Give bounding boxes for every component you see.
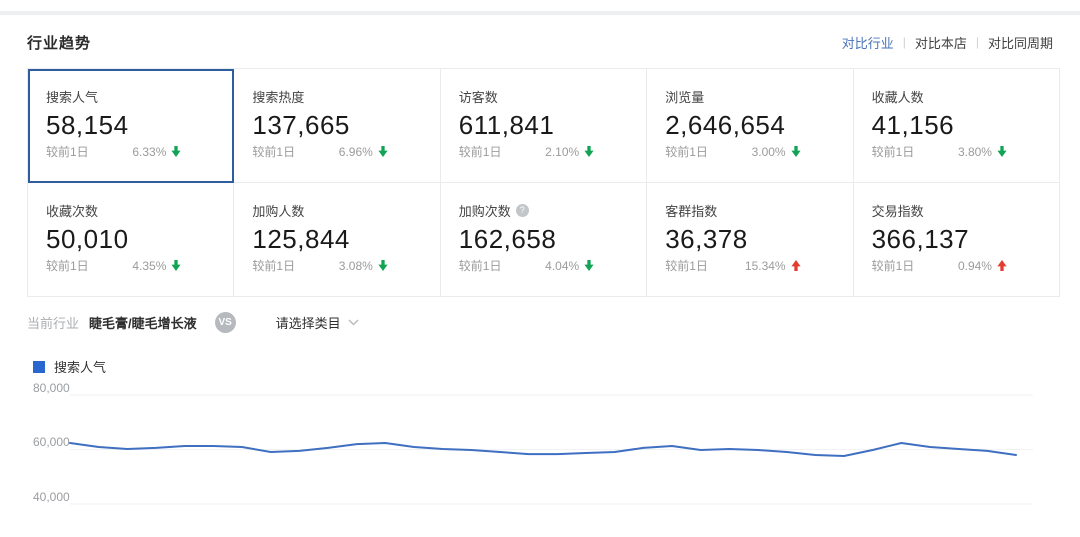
metric-label: 加购次数: [459, 201, 511, 220]
compare-label: 较前1日: [665, 143, 708, 160]
metric-label: 访客数: [459, 87, 498, 106]
category-select-placeholder: 请选择类目: [276, 313, 341, 332]
metric-value: 611,841: [459, 110, 646, 141]
metric-label: 搜索人气: [46, 87, 98, 106]
arrow-up-icon: [997, 260, 1007, 271]
metric-card-search-popularity[interactable]: 搜索人气 58,154 较前1日 6.33%: [28, 69, 234, 183]
change-percent: 3.08%: [339, 259, 373, 273]
metric-value: 162,658: [459, 224, 646, 255]
metric-value: 41,156: [872, 110, 1059, 141]
compare-label: 较前1日: [872, 143, 915, 160]
panel-header: 行业趋势 对比行业 | 对比本店 | 对比同周期: [27, 31, 1062, 53]
metric-value: 366,137: [872, 224, 1059, 255]
arrow-down-icon: [584, 146, 594, 157]
arrow-down-icon: [997, 146, 1007, 157]
metric-label: 搜索热度: [252, 87, 304, 106]
trend-chart: 搜索人气 80,000 60,000 40,000: [27, 352, 1060, 537]
compare-tabs: 对比行业 | 对比本店 | 对比同周期: [833, 33, 1062, 52]
change-percent: 4.35%: [132, 259, 166, 273]
metric-label: 收藏人数: [872, 87, 924, 106]
industry-trend-page: { "header": { "title": "行业趋势", "tabs": […: [0, 0, 1080, 537]
current-industry-label: 当前行业: [27, 313, 79, 332]
metric-value: 125,844: [252, 224, 439, 255]
metric-card-favorite-users[interactable]: 收藏人数 41,156 较前1日 3.80%: [854, 69, 1060, 183]
page-title: 行业趋势: [27, 32, 91, 53]
metric-value: 36,378: [665, 224, 852, 255]
top-divider-strip: [0, 11, 1080, 15]
tab-compare-period[interactable]: 对比同周期: [979, 33, 1062, 52]
arrow-down-icon: [171, 146, 181, 157]
metric-label: 交易指数: [872, 201, 924, 220]
tab-compare-shop[interactable]: 对比本店: [906, 33, 976, 52]
trend-line-svg: [27, 352, 1060, 537]
compare-label: 较前1日: [252, 143, 295, 160]
compare-label: 较前1日: [665, 257, 708, 274]
change-percent: 6.33%: [132, 145, 166, 159]
metric-label: 收藏次数: [46, 201, 98, 220]
metric-card-favorite-times[interactable]: 收藏次数 50,010 较前1日 4.35%: [28, 183, 234, 297]
change-percent: 3.00%: [752, 145, 786, 159]
arrow-down-icon: [378, 146, 388, 157]
metric-value: 58,154: [46, 110, 233, 141]
arrow-down-icon: [378, 260, 388, 271]
metric-card-grid: 搜索人气 58,154 较前1日 6.33% 搜索热度 137,665 较前1日…: [27, 68, 1060, 297]
compare-label: 较前1日: [872, 257, 915, 274]
metric-value: 2,646,654: [665, 110, 852, 141]
compare-label: 较前1日: [459, 143, 502, 160]
current-industry-value: 睫毛膏/睫毛增长液: [89, 313, 197, 332]
arrow-down-icon: [584, 260, 594, 271]
arrow-down-icon: [791, 146, 801, 157]
change-percent: 4.04%: [545, 259, 579, 273]
metric-card-search-heat[interactable]: 搜索热度 137,665 较前1日 6.96%: [234, 69, 440, 183]
metric-card-customer-index[interactable]: 客群指数 36,378 较前1日 15.34%: [647, 183, 853, 297]
tab-compare-industry[interactable]: 对比行业: [833, 33, 903, 52]
metric-value: 137,665: [252, 110, 439, 141]
change-percent: 0.94%: [958, 259, 992, 273]
change-percent: 15.34%: [745, 259, 786, 273]
metric-label: 浏览量: [665, 87, 704, 106]
metric-card-visitors[interactable]: 访客数 611,841 较前1日 2.10%: [441, 69, 647, 183]
metric-card-cart-users[interactable]: 加购人数 125,844 较前1日 3.08%: [234, 183, 440, 297]
metric-value: 50,010: [46, 224, 233, 255]
metric-card-transaction-index[interactable]: 交易指数 366,137 较前1日 0.94%: [854, 183, 1060, 297]
metric-card-page-views[interactable]: 浏览量 2,646,654 较前1日 3.00%: [647, 69, 853, 183]
chevron-down-icon: [348, 319, 359, 326]
compare-label: 较前1日: [46, 257, 89, 274]
change-percent: 6.96%: [339, 145, 373, 159]
help-icon[interactable]: ?: [516, 204, 529, 217]
change-percent: 2.10%: [545, 145, 579, 159]
compare-label: 较前1日: [459, 257, 502, 274]
change-percent: 3.80%: [958, 145, 992, 159]
industry-filter-row: 当前行业 睫毛膏/睫毛增长液 VS 请选择类目: [27, 311, 359, 333]
compare-label: 较前1日: [252, 257, 295, 274]
compare-label: 较前1日: [46, 143, 89, 160]
arrow-up-icon: [791, 260, 801, 271]
metric-label: 客群指数: [665, 201, 717, 220]
metric-label: 加购人数: [252, 201, 304, 220]
vs-badge: VS: [215, 312, 236, 333]
metric-card-cart-times[interactable]: 加购次数 ? 162,658 较前1日 4.04%: [441, 183, 647, 297]
category-select[interactable]: 请选择类目: [276, 313, 359, 332]
arrow-down-icon: [171, 260, 181, 271]
